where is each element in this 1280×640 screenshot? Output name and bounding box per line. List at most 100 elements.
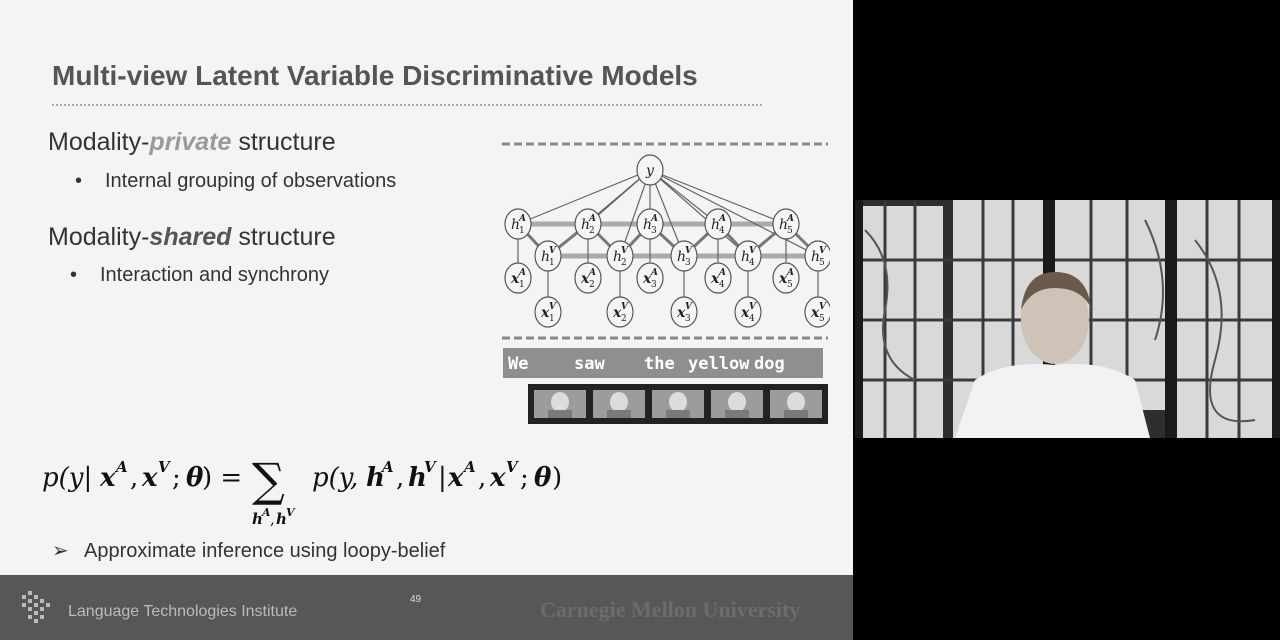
node-h-visual: hV4 xyxy=(734,240,762,272)
slide-footer: Language Technologies Institute 49 Carne… xyxy=(0,575,853,640)
node-h-audio: hA5 xyxy=(772,208,800,240)
video-frame xyxy=(593,390,645,418)
word-label: We xyxy=(508,354,528,374)
svg-text:3: 3 xyxy=(685,258,691,268)
presenter-shirt xyxy=(955,364,1150,438)
heading-suffix: structure xyxy=(231,128,336,156)
webcam-frame xyxy=(855,200,1280,438)
heading-private: Modality-private structure xyxy=(48,128,336,157)
node-x-audio: x A3 xyxy=(636,262,664,294)
diagram-edges xyxy=(516,169,820,312)
svg-text:1: 1 xyxy=(519,280,525,290)
heading-suffix: structure xyxy=(231,223,336,251)
svg-text:V: V xyxy=(819,302,827,312)
svg-text:V: V xyxy=(286,506,296,519)
sup-v: V xyxy=(158,458,171,476)
svg-text:θ: θ xyxy=(534,463,552,493)
svg-text:4: 4 xyxy=(719,226,725,236)
svg-text:;: ; xyxy=(172,463,181,493)
institute-name: Language Technologies Institute xyxy=(68,603,298,620)
node-x-visual: x V4 xyxy=(734,296,762,328)
word-label: yellow xyxy=(688,354,750,374)
heading-emphasis-private: private xyxy=(149,128,232,156)
svg-text:x: x xyxy=(489,463,506,493)
heading-prefix: Modality- xyxy=(48,223,150,251)
svg-text:V: V xyxy=(621,246,629,256)
svg-text:1: 1 xyxy=(549,258,555,268)
lti-logo-icon xyxy=(22,591,50,623)
svg-text:V: V xyxy=(549,302,557,312)
node-x-audio: x A4 xyxy=(704,262,732,294)
node-h-audio: hA1 xyxy=(504,208,532,240)
svg-text:A: A xyxy=(518,214,526,224)
svg-text:A: A xyxy=(588,268,596,278)
node-x-visual: x V3 xyxy=(670,296,698,328)
svg-text:3: 3 xyxy=(651,226,657,236)
svg-text:1: 1 xyxy=(549,314,555,324)
inference-text: Approximate inference using loopy-belief xyxy=(84,540,446,562)
node-x-audio: x A1 xyxy=(504,262,532,294)
svg-text:A: A xyxy=(380,458,394,476)
svg-text:V: V xyxy=(549,246,557,256)
bullet-private: • Internal grouping of observations xyxy=(75,170,396,193)
svg-text:5: 5 xyxy=(819,314,825,324)
slide-title: Multi-view Latent Variable Discriminativ… xyxy=(52,60,698,91)
svg-text:) =: ) = xyxy=(202,463,242,493)
svg-text:y: y xyxy=(645,163,655,179)
svg-text:A: A xyxy=(650,214,658,224)
svg-text:V: V xyxy=(424,458,437,476)
word-label: saw xyxy=(574,354,605,374)
heading-shared: Modality-shared structure xyxy=(48,223,336,252)
svg-text:V: V xyxy=(749,246,757,256)
svg-text:A: A xyxy=(786,214,794,224)
heading-emphasis-shared: shared xyxy=(149,223,232,251)
svg-text:,: , xyxy=(478,463,486,493)
video-frames xyxy=(534,390,822,418)
node-h-visual: hV2 xyxy=(606,240,634,272)
heading-prefix: Modality- xyxy=(48,128,150,156)
svg-text:A: A xyxy=(718,268,726,278)
video-frame xyxy=(770,390,822,418)
svg-text:5: 5 xyxy=(819,258,825,268)
node-h-audio: hA4 xyxy=(704,208,732,240)
svg-text:,: , xyxy=(130,463,138,493)
inference-bullet: ➢ Approximate inference using loopy-belie… xyxy=(52,538,445,563)
svg-text:2: 2 xyxy=(589,226,595,236)
presenter-video xyxy=(855,200,1280,438)
svg-text:p(y|: p(y| xyxy=(42,463,92,493)
node-x-visual: x V2 xyxy=(606,296,634,328)
probability-formula: p(y| x A , x V ; θ ) = ∑ h A , h V p(y, … xyxy=(42,453,562,528)
svg-text:A: A xyxy=(650,268,658,278)
bullet-dot: • xyxy=(75,170,83,192)
node-h-audio: hA2 xyxy=(574,208,602,240)
svg-text:A: A xyxy=(786,268,794,278)
svg-text:4: 4 xyxy=(749,314,755,324)
slide: Multi-view Latent Variable Discriminativ… xyxy=(0,0,853,640)
svg-text:A: A xyxy=(718,214,726,224)
svg-text:x: x xyxy=(99,463,116,493)
sum-symbol: ∑ xyxy=(252,453,285,507)
svg-text:|: | xyxy=(438,463,447,493)
title-divider xyxy=(52,104,762,106)
svg-text:4: 4 xyxy=(719,280,725,290)
node-x-visual: x V1 xyxy=(534,296,562,328)
svg-text:A: A xyxy=(518,268,526,278)
svg-text:x: x xyxy=(447,463,464,493)
svg-text:A: A xyxy=(588,214,596,224)
svg-text:V: V xyxy=(685,246,693,256)
node-y: y xyxy=(636,154,664,186)
svg-text:A: A xyxy=(462,458,476,476)
svg-text:p(y,: p(y, xyxy=(312,463,358,493)
node-h-audio: hA3 xyxy=(636,208,664,240)
word-label: dog xyxy=(754,354,785,374)
video-frame xyxy=(711,390,763,418)
svg-text:V: V xyxy=(506,458,519,476)
svg-text:;: ; xyxy=(520,463,529,493)
page-number: 49 xyxy=(410,594,422,605)
svg-text:V: V xyxy=(685,302,693,312)
video-frame xyxy=(534,390,586,418)
bullet-text: Interaction and synchrony xyxy=(100,264,330,286)
node-x-visual: x V5 xyxy=(804,296,830,328)
svg-text:4: 4 xyxy=(749,258,755,268)
bullet-text: Internal grouping of observations xyxy=(105,170,397,192)
